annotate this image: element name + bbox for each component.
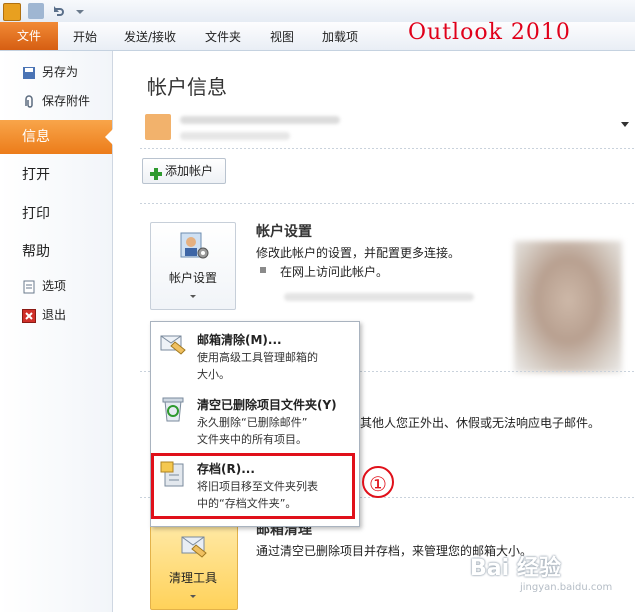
tab-file[interactable]: 文件 <box>0 22 58 50</box>
nav-exit[interactable]: 退出 <box>0 304 112 326</box>
account-settings-heading: 帐户设置 <box>256 224 312 240</box>
nav-label: 帮助 <box>22 244 50 260</box>
add-account-button[interactable]: 添加帐户 <box>142 158 226 184</box>
cleanup-icon <box>178 531 210 564</box>
account-icon <box>145 114 171 140</box>
divider <box>140 148 635 149</box>
nav-print[interactable]: 打印 <box>0 197 112 231</box>
account-settings-button[interactable]: 帐户设置 <box>150 222 236 310</box>
menu-item-mailbox-cleanup[interactable]: 邮箱清除(M)... 使用高级工具管理邮箱的 大小。 <box>151 322 359 386</box>
menu-item-empty-deleted[interactable]: 清空已删除项目文件夹(Y) 永久删除“已删除邮件” 文件夹中的所有项目。 <box>151 386 359 452</box>
cleanup-tools-button[interactable]: 清理工具 <box>150 522 238 610</box>
mailbox-cleanup-icon <box>159 330 187 358</box>
nav-label: 选项 <box>42 279 67 293</box>
add-account-label: 添加帐户 <box>165 164 214 178</box>
nav-open[interactable]: 打开 <box>0 158 112 192</box>
account-settings-label: 帐户设置 <box>168 271 217 285</box>
nav-save-as[interactable]: 另存为 <box>0 61 112 83</box>
nav-options[interactable]: 选项 <box>0 275 112 297</box>
qat-dropdown-icon[interactable] <box>72 3 88 19</box>
menu-item-desc: 文件夹中的所有项目。 <box>197 433 307 446</box>
page-title: 帐户信息 <box>147 75 227 99</box>
account-selector[interactable] <box>140 108 635 148</box>
tab-folder[interactable]: 文件夹 <box>205 28 241 46</box>
chevron-down-icon <box>190 595 196 598</box>
nav-label: 退出 <box>42 308 67 322</box>
archive-highlight-box <box>151 453 355 519</box>
plus-icon <box>150 164 162 180</box>
tab-addins[interactable]: 加载项 <box>322 28 358 46</box>
attachment-icon <box>22 94 36 108</box>
nav-help[interactable]: 帮助 <box>0 235 112 269</box>
account-settings-icon <box>177 231 209 264</box>
cleanup-tools-label: 清理工具 <box>168 571 217 585</box>
menu-item-title: 邮箱清除(M)... <box>197 333 282 347</box>
account-type-redacted <box>180 132 290 140</box>
undo-icon[interactable] <box>50 3 66 19</box>
chevron-down-icon[interactable] <box>621 122 629 127</box>
ribbon-tabs: 文件 开始 发送/接收 文件夹 视图 加载项 Outlook 2010 <box>0 20 635 51</box>
outlook-app-icon[interactable] <box>3 3 21 21</box>
options-icon <box>22 279 36 294</box>
quick-access-toolbar <box>0 0 635 22</box>
watermark-logo: Bai 经验 <box>470 556 561 581</box>
outlook-version-annotation: Outlook 2010 <box>408 20 571 45</box>
menu-item-title: 清空已删除项目文件夹(Y) <box>197 398 337 412</box>
account-email-redacted <box>180 116 340 124</box>
save-as-icon <box>22 65 36 79</box>
tab-home[interactable]: 开始 <box>73 28 97 46</box>
tab-send-receive[interactable]: 发送/接收 <box>124 28 176 46</box>
menu-item-desc: 永久删除“已删除邮件” <box>197 416 308 429</box>
tab-view[interactable]: 视图 <box>270 28 294 46</box>
save-icon[interactable] <box>28 3 44 19</box>
step-marker: ① <box>362 466 394 498</box>
access-online-text: 在网上访问此帐户。 <box>280 265 389 279</box>
watermark-url: jingyan.baidu.com <box>520 582 613 593</box>
bullet-icon <box>260 267 266 273</box>
user-photo <box>514 241 622 373</box>
chevron-down-icon <box>190 295 196 298</box>
divider <box>140 203 635 204</box>
nav-info[interactable]: 信息 <box>0 120 113 154</box>
nav-label: 打印 <box>22 206 50 222</box>
nav-label: 打开 <box>22 167 50 183</box>
recycle-bin-icon <box>159 395 187 423</box>
nav-label: 保存附件 <box>42 94 91 108</box>
nav-save-attachments[interactable]: 保存附件 <box>0 90 112 112</box>
close-icon <box>22 308 36 323</box>
nav-label: 信息 <box>22 129 50 145</box>
menu-item-desc: 大小。 <box>197 368 230 381</box>
menu-item-desc: 使用高级工具管理邮箱的 <box>197 351 318 364</box>
account-settings-description: 修改此帐户的设置，并配置更多连接。 <box>256 246 461 260</box>
account-url-redacted[interactable] <box>284 293 474 301</box>
nav-label: 另存为 <box>42 65 79 79</box>
automatic-replies-description: 其他人您正外出、休假或无法响应电子邮件。 <box>360 416 601 430</box>
backstage-nav: 另存为 保存附件 信息 打开 打印 帮助 选项 退出 <box>0 51 113 612</box>
